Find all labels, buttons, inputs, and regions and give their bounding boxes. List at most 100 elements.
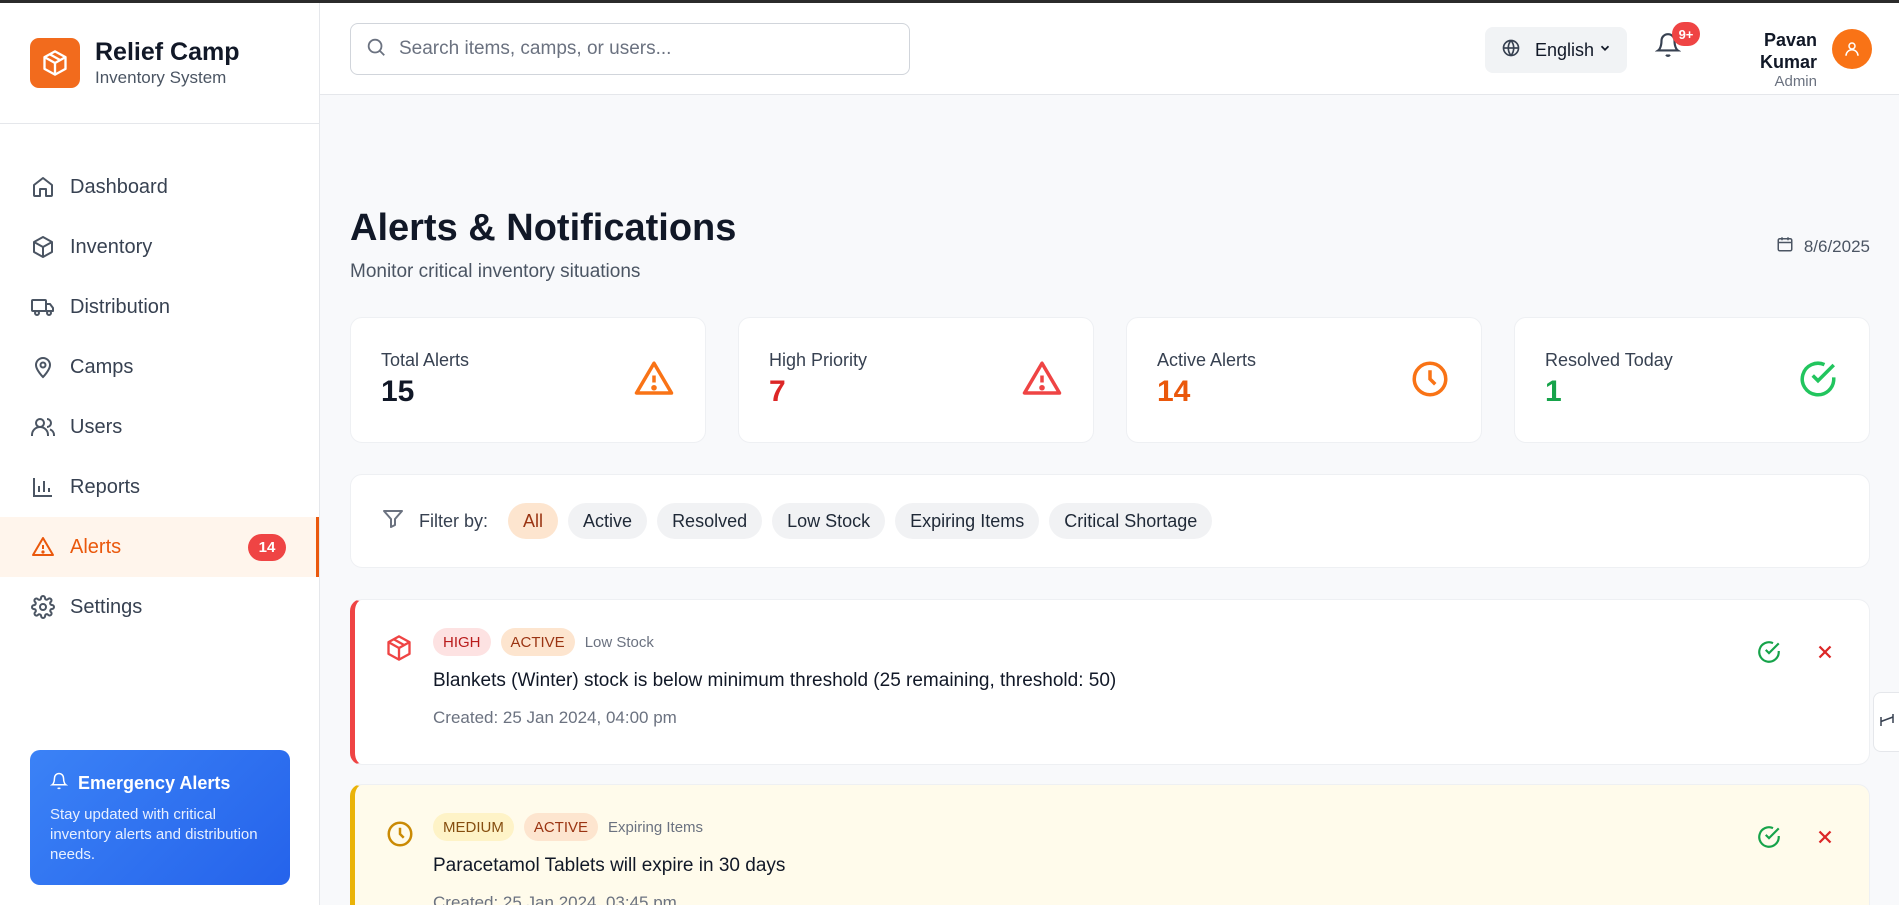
user-name: Pavan Kumar	[1759, 30, 1817, 72]
top-header: English 9+ Pavan Kumar Admin	[320, 3, 1899, 95]
stat-label: High Priority	[769, 350, 868, 370]
filter-chip-low-stock[interactable]: Low Stock	[772, 503, 886, 539]
notification-badge: 9+	[1672, 22, 1700, 46]
box-icon	[385, 634, 413, 667]
stat-card-active-alerts: Active Alerts 14	[1126, 317, 1482, 443]
alert-card: HIGH ACTIVE Low Stock Blankets (Winter) …	[350, 599, 1870, 765]
sidebar-item-settings[interactable]: Settings	[0, 577, 319, 637]
sidebar-item-label: Dashboard	[70, 175, 168, 198]
search-box	[350, 23, 910, 75]
collapse-icon	[1878, 711, 1896, 734]
globe-icon	[1501, 38, 1521, 63]
filter-chip-all[interactable]: All	[508, 503, 559, 539]
sidebar-item-label: Users	[70, 415, 123, 438]
sidebar-item-inventory[interactable]: Inventory	[0, 217, 319, 277]
warning-icon	[1021, 358, 1063, 405]
bar-chart-icon	[30, 474, 56, 500]
filter-chip-active[interactable]: Active	[568, 503, 648, 539]
alert-created: Created: 25 Jan 2024, 04:00 pm	[433, 708, 677, 727]
clock-icon	[1409, 358, 1451, 405]
alerts-count-badge: 14	[248, 534, 286, 561]
map-pin-icon	[30, 354, 56, 380]
language-selector[interactable]: English	[1485, 27, 1627, 73]
calendar-icon	[1776, 235, 1794, 258]
sidebar-item-label: Settings	[70, 595, 143, 618]
sidebar-item-label: Reports	[70, 475, 141, 498]
language-label: English	[1535, 39, 1595, 60]
filter-bar: Filter by: All Active Resolved Low Stock…	[350, 474, 1870, 568]
box-icon	[30, 234, 56, 260]
alert-created: Created: 25 Jan 2024, 03:45 pm	[433, 893, 677, 905]
brand-title: Relief Camp	[95, 38, 240, 66]
alert-message: Paracetamol Tablets will expire in 30 da…	[433, 855, 786, 876]
side-panel-toggle[interactable]	[1873, 692, 1899, 752]
sidebar-item-alerts[interactable]: Alerts 14	[0, 517, 319, 577]
chevron-down-icon	[1598, 41, 1612, 60]
clock-icon	[385, 819, 415, 854]
stat-card-resolved-today: Resolved Today 1	[1514, 317, 1870, 443]
brand-subtitle: Inventory System	[95, 68, 227, 87]
sidebar-item-dashboard[interactable]: Dashboard	[0, 157, 319, 217]
date-text: 8/6/2025	[1803, 236, 1870, 256]
priority-badge: HIGH	[433, 628, 491, 656]
home-icon	[30, 174, 56, 200]
sidebar-item-label: Camps	[70, 355, 134, 378]
sidebar-item-reports[interactable]: Reports	[0, 457, 319, 517]
emergency-description: Stay updated with critical inventory ale…	[50, 806, 258, 863]
page-subtitle: Monitor critical inventory situations	[350, 261, 641, 282]
status-badge: ACTIVE	[500, 628, 575, 656]
window-top-border	[0, 0, 1899, 3]
stat-value: 1	[1545, 375, 1562, 408]
check-circle-icon	[1797, 358, 1839, 405]
truck-icon	[30, 294, 56, 320]
emergency-alerts-card: Emergency Alerts Stay updated with criti…	[30, 750, 290, 885]
page-title: Alerts & Notifications	[350, 207, 737, 249]
sidebar-item-users[interactable]: Users	[0, 397, 319, 457]
stat-card-high-priority: High Priority 7	[738, 317, 1094, 443]
stat-value: 7	[769, 375, 786, 408]
resolve-button[interactable]	[1755, 638, 1783, 666]
stats-row: Total Alerts 15 High Priority 7 Active A…	[350, 317, 1870, 443]
brand-box-icon	[30, 38, 80, 88]
brand[interactable]: Relief Camp Inventory System	[0, 3, 319, 124]
sidebar-item-label: Distribution	[70, 295, 171, 318]
stat-card-total-alerts: Total Alerts 15	[350, 317, 706, 443]
filter-chip-critical-shortage[interactable]: Critical Shortage	[1049, 503, 1213, 539]
gear-icon	[30, 594, 56, 620]
priority-badge: MEDIUM	[433, 813, 514, 841]
user-role: Admin	[1774, 73, 1817, 90]
sidebar-item-label: Alerts	[70, 535, 122, 558]
alert-type: Low Stock	[584, 633, 654, 651]
sidebar-nav: Dashboard Inventory Distribution Camps U…	[0, 157, 319, 637]
search-icon	[365, 36, 387, 63]
stat-label: Resolved Today	[1545, 350, 1673, 370]
stat-value: 15	[381, 375, 415, 408]
filter-icon	[381, 507, 405, 536]
search-input[interactable]	[399, 38, 879, 60]
warning-icon	[633, 358, 675, 405]
sidebar: Relief Camp Inventory System Dashboard I…	[0, 3, 320, 905]
bell-icon	[49, 772, 69, 795]
stat-label: Total Alerts	[381, 350, 470, 370]
dismiss-button[interactable]	[1811, 638, 1839, 666]
alert-message: Blankets (Winter) stock is below minimum…	[433, 670, 1117, 691]
users-icon	[30, 414, 56, 440]
alert-type: Expiring Items	[608, 818, 704, 836]
filter-chip-expiring-items[interactable]: Expiring Items	[895, 503, 1040, 539]
stat-value: 14	[1157, 375, 1191, 408]
user-info[interactable]: Pavan Kumar Admin	[1712, 29, 1817, 91]
sidebar-item-label: Inventory	[70, 235, 153, 258]
alert-card: MEDIUM ACTIVE Expiring Items Paracetamol…	[350, 784, 1870, 905]
dismiss-button[interactable]	[1811, 823, 1839, 851]
emergency-title: Emergency Alerts	[78, 773, 231, 793]
avatar[interactable]	[1832, 29, 1872, 69]
status-badge: ACTIVE	[523, 813, 599, 841]
sidebar-item-camps[interactable]: Camps	[0, 337, 319, 397]
current-date: 8/6/2025	[1776, 235, 1870, 258]
resolve-button[interactable]	[1755, 823, 1783, 851]
sidebar-item-distribution[interactable]: Distribution	[0, 277, 319, 337]
filter-label: Filter by:	[419, 510, 489, 531]
warning-icon	[30, 534, 56, 560]
filter-chip-resolved[interactable]: Resolved	[657, 503, 763, 539]
stat-label: Active Alerts	[1157, 350, 1257, 370]
